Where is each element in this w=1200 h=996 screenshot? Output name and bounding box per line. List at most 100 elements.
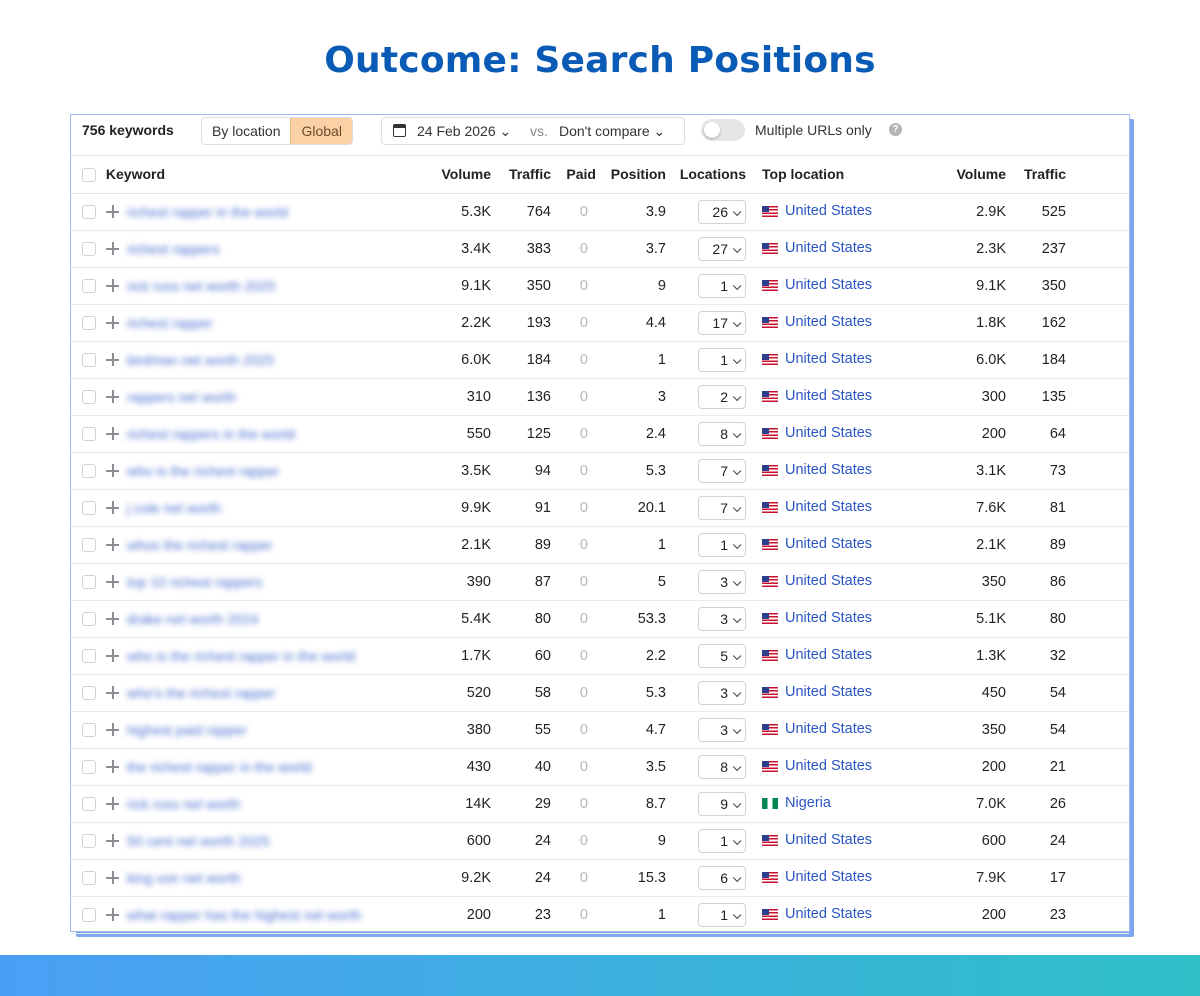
row-checkbox[interactable] xyxy=(82,500,96,515)
keyword-link[interactable]: top 10 richest rappers xyxy=(127,574,262,590)
locations-dropdown[interactable]: 3 xyxy=(698,680,746,705)
row-checkbox[interactable] xyxy=(82,463,96,478)
locations-dropdown[interactable]: 7 xyxy=(698,495,746,520)
traffic-header[interactable]: Traffic xyxy=(491,156,551,194)
keyword-link[interactable]: j cole net worth xyxy=(127,500,221,516)
row-checkbox[interactable] xyxy=(82,537,96,552)
locations-dropdown[interactable]: 7 xyxy=(698,458,746,483)
top-location-link[interactable]: United States xyxy=(785,204,872,220)
row-checkbox[interactable] xyxy=(82,907,96,922)
row-checkbox[interactable] xyxy=(82,574,96,589)
table-row[interactable]: king von net worth 9.2K 24 0 15.3 6 United Sta… xyxy=(71,859,1129,897)
table-row[interactable]: richest rappers in the world 550 125 0 2.4 8 U… xyxy=(71,415,1129,453)
row-checkbox[interactable] xyxy=(82,352,96,367)
paid-header[interactable]: Paid xyxy=(551,156,596,194)
row-checkbox[interactable] xyxy=(82,315,96,330)
top-location-link[interactable]: United States xyxy=(785,500,872,516)
multiple-urls-toggle[interactable] xyxy=(701,119,745,141)
locations-dropdown[interactable]: 3 xyxy=(698,717,746,742)
table-row[interactable]: birdman net worth 2025 6.0K 184 0 1 1 United S… xyxy=(71,341,1129,379)
keyword-link[interactable]: highest paid rapper xyxy=(127,722,247,738)
locations-dropdown[interactable]: 1 xyxy=(698,902,746,927)
keyword-link[interactable]: who is the richest rapper in the world xyxy=(127,648,355,664)
table-row[interactable]: rick ross net worth 14K 29 0 8.7 9 Nigeria 7.0K… xyxy=(71,785,1129,823)
top-location-link[interactable]: United States xyxy=(785,722,872,738)
top-location-link[interactable]: United States xyxy=(785,870,872,886)
keyword-link[interactable]: richest rappers xyxy=(127,241,220,257)
row-checkbox[interactable] xyxy=(82,611,96,626)
add-to-list-icon[interactable] xyxy=(106,797,119,811)
row-checkbox[interactable] xyxy=(82,241,96,256)
locations-dropdown[interactable]: 9 xyxy=(698,791,746,816)
location-traffic-header[interactable]: Traffic xyxy=(1006,156,1066,194)
add-to-list-icon[interactable] xyxy=(106,871,119,885)
keyword-link[interactable]: who is the richest rapper xyxy=(127,463,280,479)
table-row[interactable]: drake net worth 2024 5.4K 80 0 53.3 3 United S… xyxy=(71,600,1129,638)
add-to-list-icon[interactable] xyxy=(106,575,119,589)
top-location-link[interactable]: United States xyxy=(785,648,872,664)
top-location-link[interactable]: United States xyxy=(785,611,872,627)
top-location-link[interactable]: United States xyxy=(785,833,872,849)
row-checkbox[interactable] xyxy=(82,870,96,885)
top-location-link[interactable]: United States xyxy=(785,241,872,257)
keyword-link[interactable]: whos the richest rapper xyxy=(127,537,273,553)
top-location-link[interactable]: United States xyxy=(785,389,872,405)
add-to-list-icon[interactable] xyxy=(106,353,119,367)
add-to-list-icon[interactable] xyxy=(106,908,119,922)
locations-dropdown[interactable]: 26 xyxy=(698,199,746,224)
add-to-list-icon[interactable] xyxy=(106,390,119,404)
top-location-link[interactable]: Nigeria xyxy=(785,796,831,812)
table-row[interactable]: whos the richest rapper 2.1K 89 0 1 1 United S… xyxy=(71,526,1129,564)
locations-dropdown[interactable]: 8 xyxy=(698,754,746,779)
keyword-link[interactable]: rappers net worth xyxy=(127,389,236,405)
keyword-link[interactable]: rick ross net worth 2025 xyxy=(127,278,276,294)
top-location-link[interactable]: United States xyxy=(785,463,872,479)
locations-dropdown[interactable]: 3 xyxy=(698,606,746,631)
row-checkbox[interactable] xyxy=(82,685,96,700)
volume-header[interactable]: Volume xyxy=(431,156,491,194)
locations-dropdown[interactable]: 8 xyxy=(698,421,746,446)
add-to-list-icon[interactable] xyxy=(106,242,119,256)
date-compare-picker[interactable]: 24 Feb 2026 ⌄ vs. Don't compare ⌄ xyxy=(381,117,685,145)
keyword-link[interactable]: drake net worth 2024 xyxy=(127,611,259,627)
keyword-link[interactable]: what rapper has the highest net worth xyxy=(127,907,361,923)
keyword-link[interactable]: birdman net worth 2025 xyxy=(127,352,274,368)
keyword-link[interactable]: richest rapper in the world xyxy=(127,204,288,220)
help-icon[interactable]: ? xyxy=(889,123,902,136)
keyword-header[interactable]: Keyword xyxy=(71,156,431,194)
table-row[interactable]: richest rapper 2.2K 193 0 4.4 17 United States… xyxy=(71,304,1129,342)
table-row[interactable]: who is the richest rapper 3.5K 94 0 5.3 7 Unit… xyxy=(71,452,1129,490)
row-checkbox[interactable] xyxy=(82,759,96,774)
locations-dropdown[interactable]: 17 xyxy=(698,310,746,335)
top-location-link[interactable]: United States xyxy=(785,574,872,590)
add-to-list-icon[interactable] xyxy=(106,316,119,330)
table-row[interactable]: richest rapper in the world 5.3K 764 0 3.9 26… xyxy=(71,193,1129,231)
table-row[interactable]: highest paid rapper 380 55 0 4.7 3 United Stat… xyxy=(71,711,1129,749)
keyword-link[interactable]: who's the richest rapper xyxy=(127,685,275,701)
row-checkbox[interactable] xyxy=(82,648,96,663)
locations-dropdown[interactable]: 5 xyxy=(698,643,746,668)
row-checkbox[interactable] xyxy=(82,833,96,848)
keyword-link[interactable]: richest rapper xyxy=(127,315,213,331)
by-location-tab[interactable]: By location xyxy=(202,118,290,144)
add-to-list-icon[interactable] xyxy=(106,760,119,774)
locations-dropdown[interactable]: 1 xyxy=(698,532,746,557)
add-to-list-icon[interactable] xyxy=(106,205,119,219)
location-volume-header[interactable]: Volume xyxy=(936,156,1006,194)
row-checkbox[interactable] xyxy=(82,426,96,441)
add-to-list-icon[interactable] xyxy=(106,427,119,441)
table-row[interactable]: rick ross net worth 2025 9.1K 350 0 9 1 United… xyxy=(71,267,1129,305)
table-row[interactable]: top 10 richest rappers 390 87 0 5 3 United Sta… xyxy=(71,563,1129,601)
add-to-list-icon[interactable] xyxy=(106,612,119,626)
table-row[interactable]: j cole net worth 9.9K 91 0 20.1 7 United State… xyxy=(71,489,1129,527)
add-to-list-icon[interactable] xyxy=(106,279,119,293)
compare-selector[interactable]: Don't compare ⌄ xyxy=(559,123,665,140)
locations-header[interactable]: Locations xyxy=(666,156,746,194)
add-to-list-icon[interactable] xyxy=(106,723,119,737)
keyword-link[interactable]: 50 cent net worth 2025 xyxy=(127,833,269,849)
top-location-link[interactable]: United States xyxy=(785,759,872,775)
table-row[interactable]: 50 cent net worth 2025 600 24 0 9 1 United Sta… xyxy=(71,822,1129,860)
top-location-link[interactable]: United States xyxy=(785,685,872,701)
locations-dropdown[interactable]: 3 xyxy=(698,569,746,594)
locations-dropdown[interactable]: 1 xyxy=(698,347,746,372)
